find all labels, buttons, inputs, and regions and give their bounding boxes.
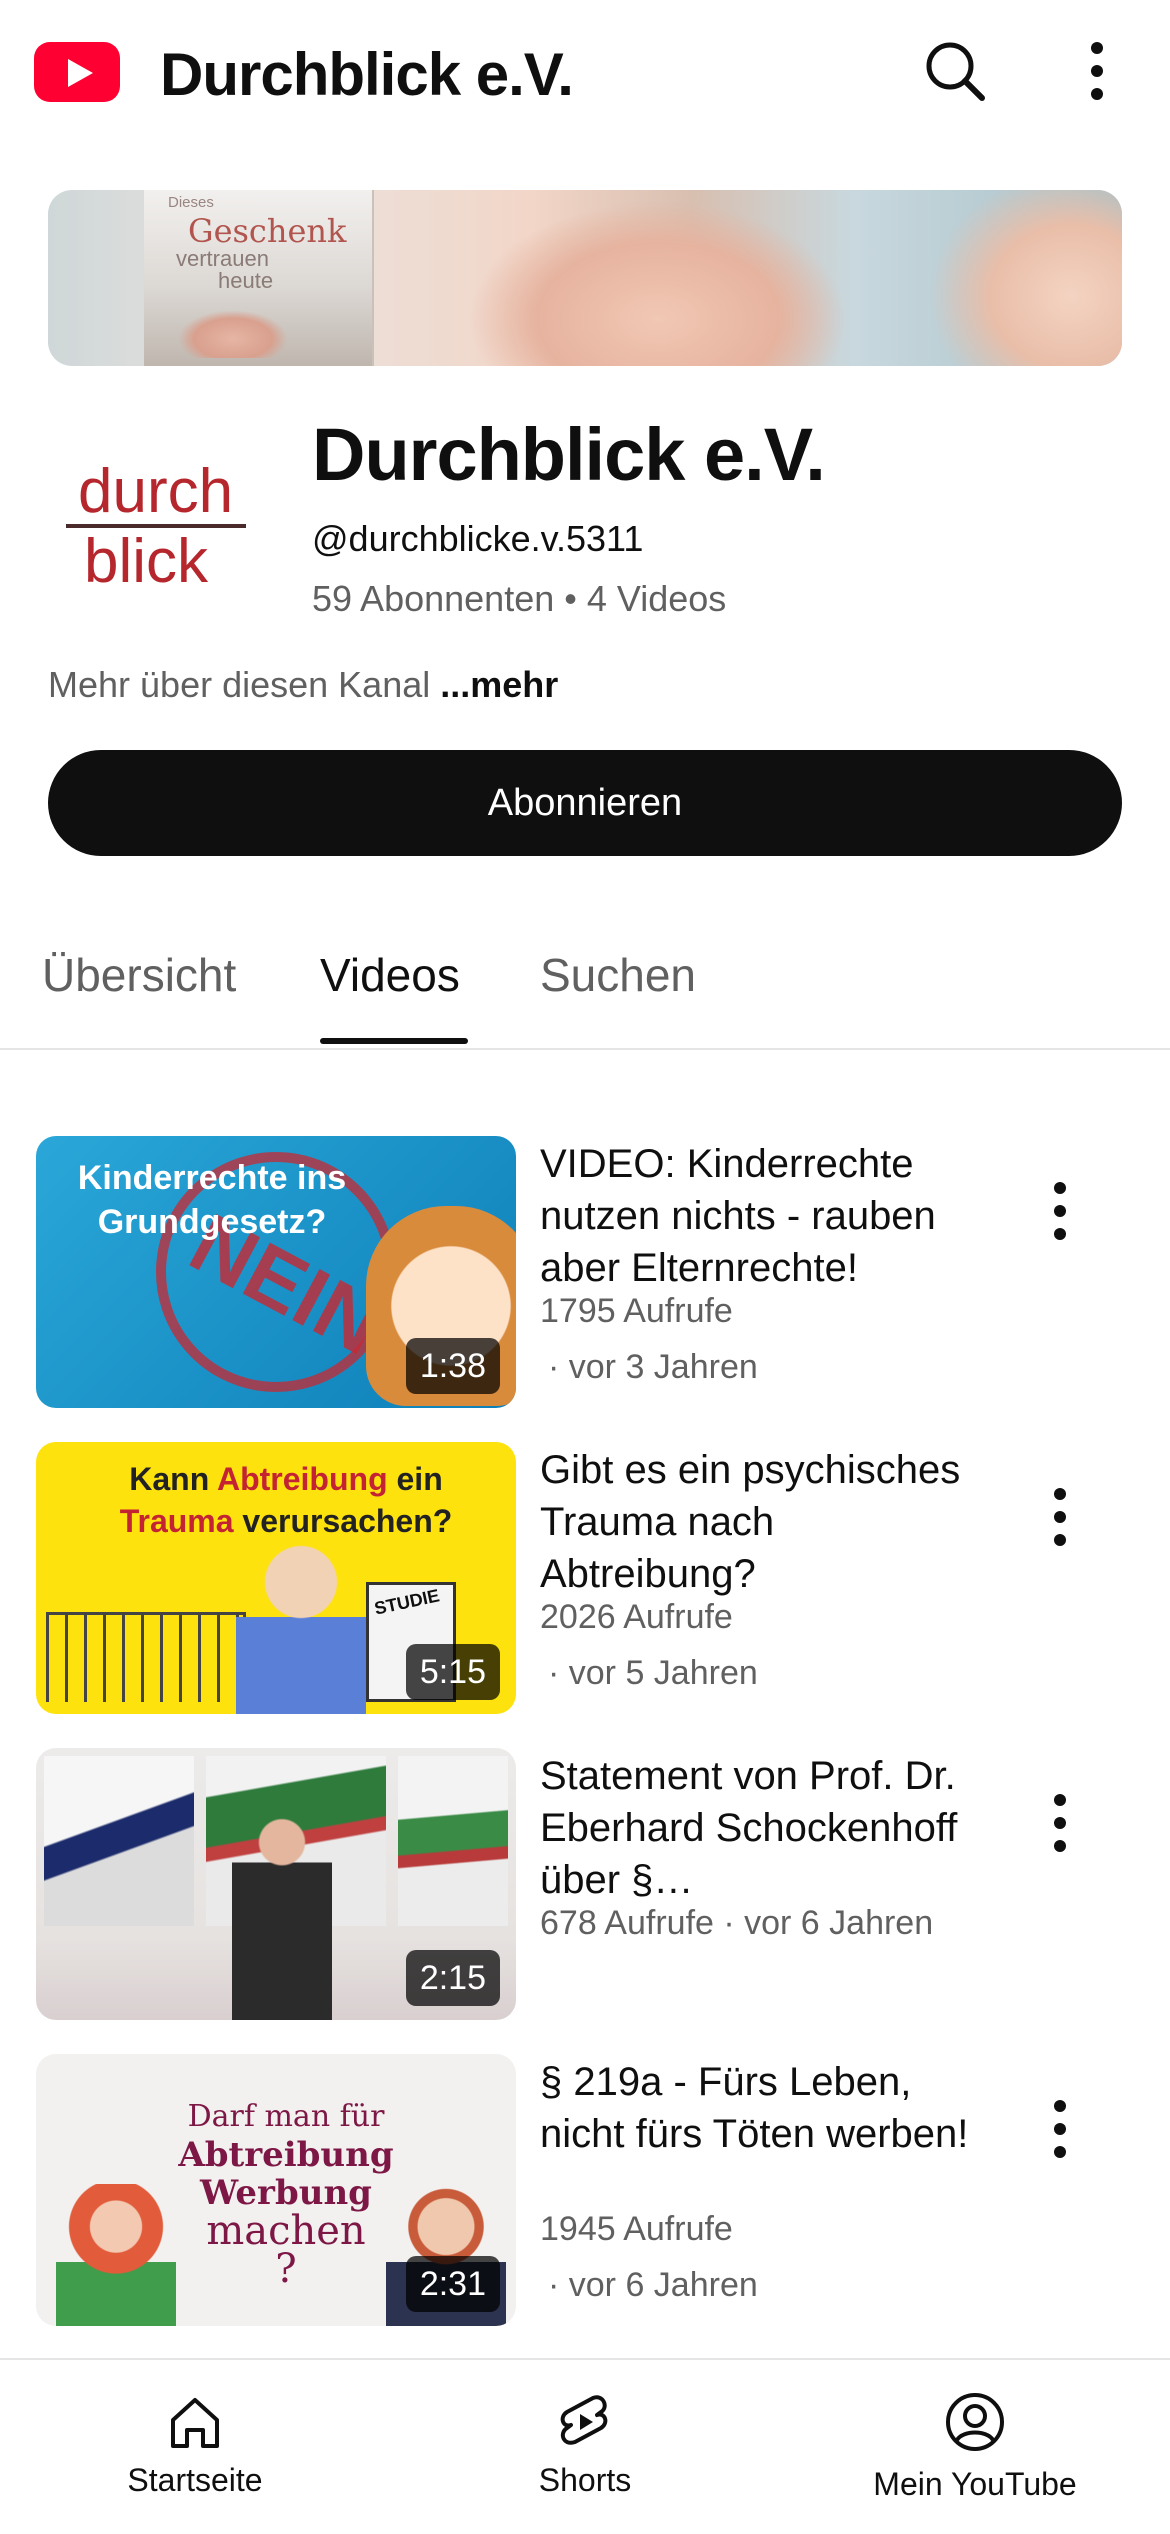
avatar-text: durch [78,457,234,526]
banner-hand-image [468,200,848,366]
banner-figure [178,310,288,358]
thumbnail-text-line: Werbung [200,2173,372,2213]
video-views: 1945 Aufrufe [540,2210,733,2248]
video-views: 2026 Aufrufe [540,1598,733,1636]
video-list-item[interactable]: Kann Abtreibung ein Trauma verursachen? S… [0,1442,1170,1714]
thumbnail-text-line: ? [275,2246,297,2292]
thumbnail-text: Kinderrechte ins Grundgesetz? [77,1159,347,1241]
thumbnail-painting [398,1756,508,1926]
nav-item-my-youtube[interactable]: Mein YouTube [825,2360,1125,2534]
thumbnail-text: Kann Abtreibung ein Trauma verursachen? [116,1458,456,1542]
video-list-item[interactable]: 2:15 Statement von Prof. Dr. Eberhard Sc… [0,1748,1170,2020]
bottom-navigation: Startseite Shorts Mein YouTube [0,2358,1170,2532]
nav-label: Mein YouTube [873,2466,1077,2502]
nav-item-home[interactable]: Startseite [45,2360,345,2534]
thumbnail-painting [44,1756,194,1926]
video-list-item[interactable]: NEIN Kinderrechte ins Grundgesetz? 1:38 … [0,1136,1170,1408]
nav-label: Shorts [538,2462,632,2498]
thumbnail-character [236,1538,366,1714]
nav-item-shorts[interactable]: Shorts [435,2360,735,2534]
video-thumbnail[interactable]: Darf man für Abtreibung Werbung machen ?… [36,2054,516,2326]
channel-handle: @durchblicke.v.5311 [312,518,644,559]
more-vertical-icon[interactable] [1040,1482,1080,1552]
video-thumbnail[interactable]: Kann Abtreibung ein Trauma verursachen? S… [36,1442,516,1714]
youtube-logo-icon[interactable] [34,42,120,102]
avatar-text: blick [84,527,209,596]
video-duration: 2:15 [405,1950,500,2006]
video-title[interactable]: § 219a - Fürs Leben, nicht fürs Töten we… [540,2056,980,2160]
thumbnail-text-part: Trauma [119,1503,234,1539]
channel-avatar[interactable]: durch blick [60,438,250,598]
channel-tabs: Übersicht Videos Suchen [0,900,1170,1050]
thumbnail-building [46,1612,246,1702]
video-title[interactable]: Gibt es ein psychisches Trauma nach Abtr… [540,1444,980,1600]
video-duration: 2:31 [405,2256,500,2312]
thumbnail-text-part: ein [387,1461,443,1497]
video-duration: 1:38 [405,1338,500,1394]
video-title[interactable]: Statement von Prof. Dr. Eberhard Schocke… [540,1750,980,1906]
account-icon [946,2393,1004,2451]
thumbnail-person [232,1818,332,2020]
thumbnail-text: Darf man für Abtreibung Werbung machen ? [166,2098,406,2292]
nav-label: Startseite [127,2462,263,2498]
top-app-bar: Durchblick e.V. [0,0,1170,150]
video-duration: 5:15 [405,1644,500,1700]
video-list-item[interactable]: Darf man für Abtreibung Werbung machen ?… [0,2054,1170,2326]
more-vertical-icon[interactable] [1040,1176,1080,1246]
subscribe-button[interactable]: Abonnieren [48,750,1122,856]
active-tab-indicator [320,1038,468,1044]
video-views: 1795 Aufrufe [540,1292,733,1330]
thumbnail-text-line: Abtreibung [178,2135,394,2175]
video-age: · vor 6 Jahren [548,2266,758,2304]
video-meta: 678 Aufrufe · vor 6 Jahren [540,1904,934,1942]
more-vertical-icon[interactable] [1040,2094,1080,2164]
home-icon [171,2398,219,2448]
channel-stats: 59 Abonnenten • 4 Videos [312,578,727,619]
search-icon[interactable] [920,36,990,106]
thumbnail-character [56,2184,176,2326]
video-age: · vor 3 Jahren [548,1348,758,1386]
thumbnail-text-line: Darf man für [187,2099,385,2134]
video-thumbnail[interactable]: 2:15 [36,1748,516,2020]
banner-text: Geschenk [188,212,347,250]
tab-search[interactable]: Suchen [540,948,696,1002]
thumbnail-text-part: verursachen? [233,1503,453,1539]
banner-text: heute [218,268,274,293]
thumbnail-text-part: Abtreibung [216,1461,388,1497]
video-age: · vor 5 Jahren [548,1654,758,1692]
thumbnail-text-part: Kann [129,1461,217,1497]
channel-name: Durchblick e.V. [312,413,826,496]
thumbnail-text-line: machen [206,2208,366,2254]
channel-about[interactable]: Mehr über diesen Kanal ...mehr [48,664,558,706]
page-title: Durchblick e.V. [160,41,574,108]
more-vertical-icon[interactable] [1080,36,1114,106]
channel-about-text: Mehr über diesen Kanal [48,664,431,705]
tab-videos[interactable]: Videos [320,948,460,1002]
tab-overview[interactable]: Übersicht [42,948,236,1002]
banner-baby-image [928,190,1122,366]
channel-banner: Dieses Geschenk vertrauen heute [48,190,1122,366]
banner-text: Dieses [168,194,214,211]
shorts-icon [560,2395,608,2445]
more-vertical-icon[interactable] [1040,1788,1080,1858]
channel-about-more-link[interactable]: ...mehr [440,664,558,705]
video-thumbnail[interactable]: NEIN Kinderrechte ins Grundgesetz? 1:38 [36,1136,516,1408]
video-title[interactable]: VIDEO: Kinderrechte nutzen nichts - raub… [540,1138,980,1294]
